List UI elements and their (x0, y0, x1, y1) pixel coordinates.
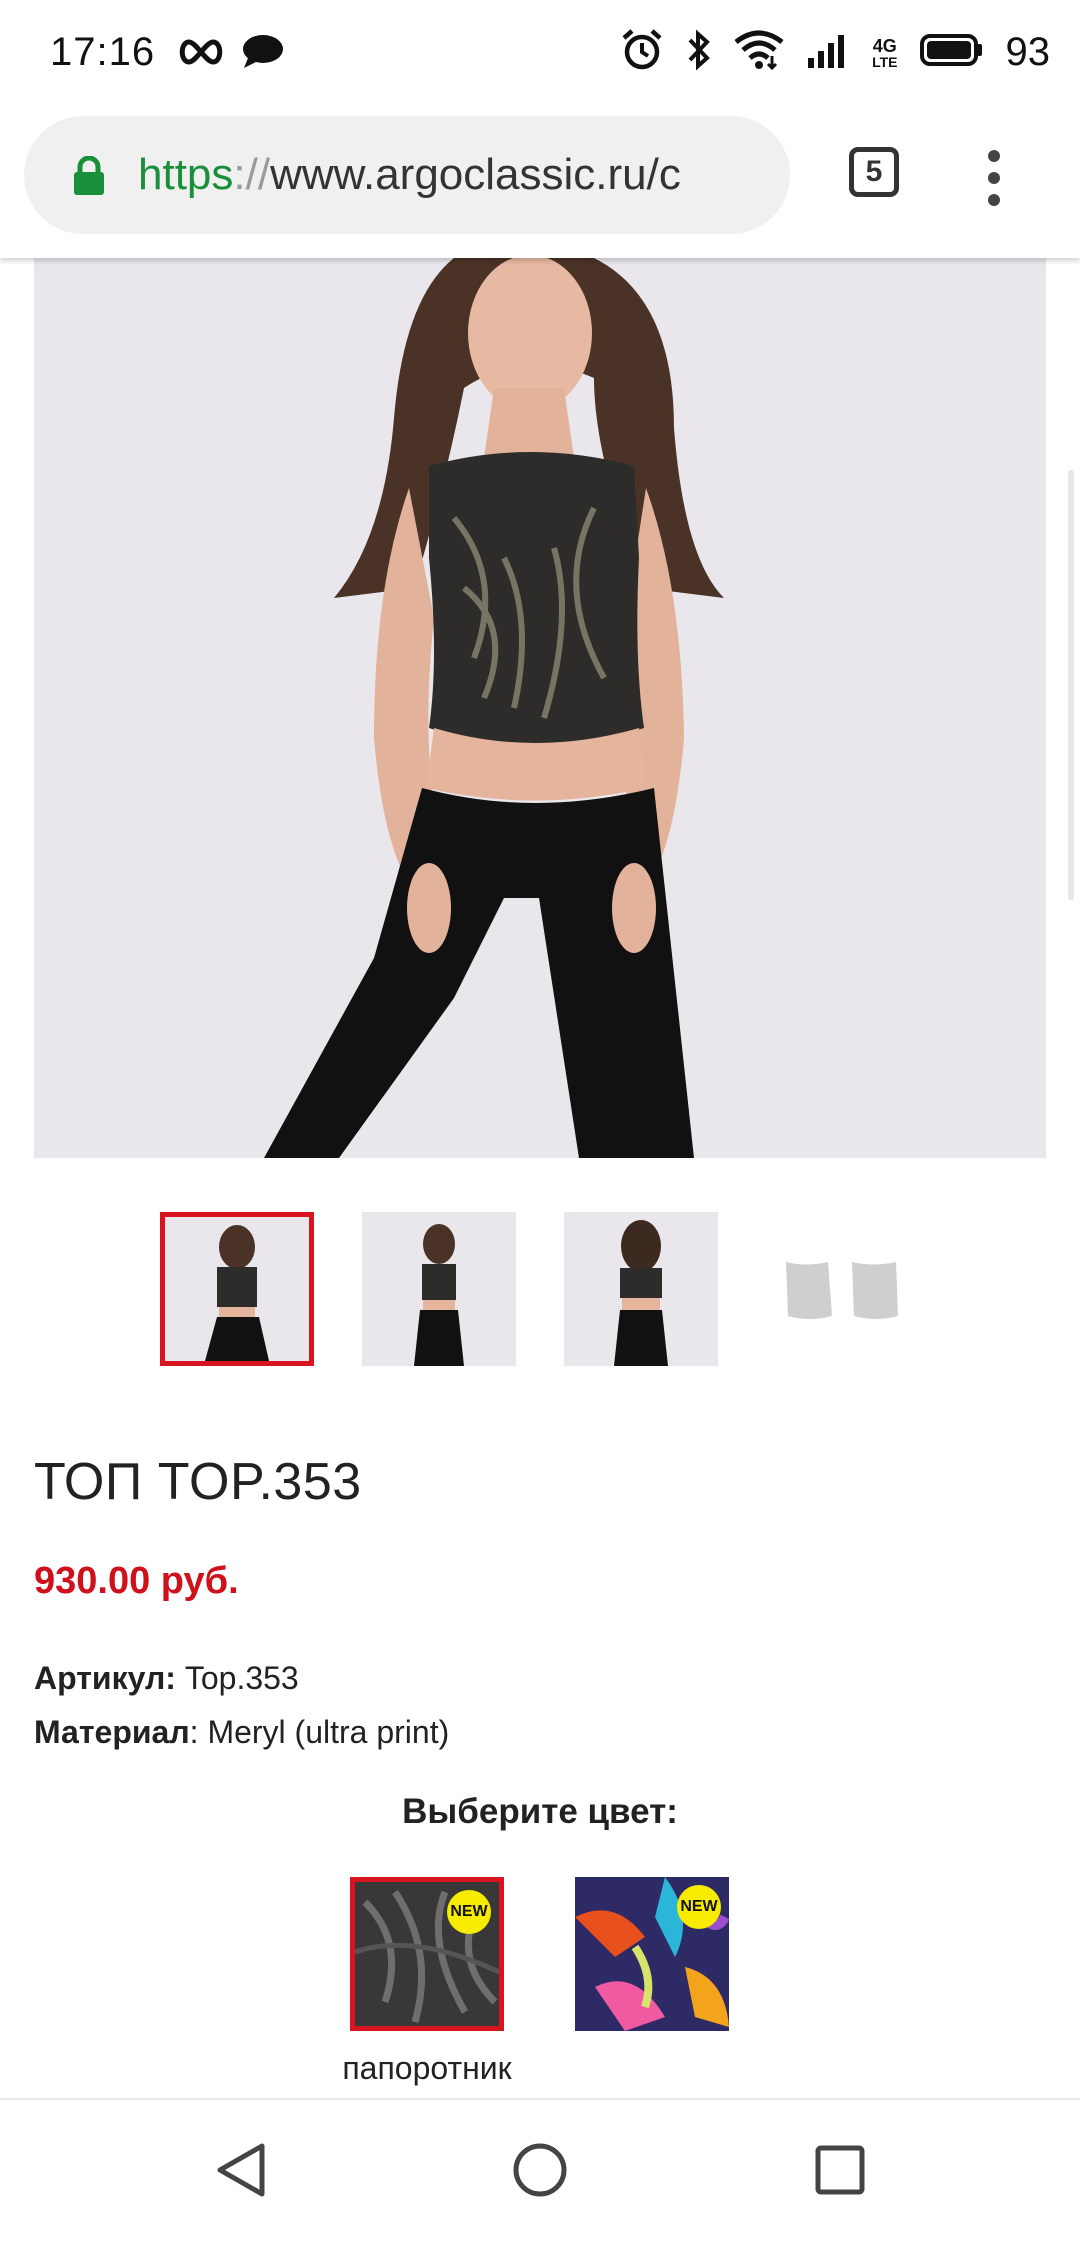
home-icon[interactable] (510, 2140, 570, 2205)
thumbnail-front-close[interactable] (160, 1212, 314, 1366)
network-label-top: 4G (872, 35, 897, 56)
wifi-icon (734, 30, 784, 75)
status-right: 4G LTE 93 (620, 28, 1050, 77)
swatch-label: папоротник (342, 2050, 512, 2086)
alarm-icon (620, 28, 664, 77)
recents-icon[interactable] (812, 2140, 868, 2205)
material-value: : Meryl (ultra print) (189, 1714, 450, 1750)
status-bar: 17:16 4G LTE 93 (0, 0, 1080, 112)
address-bar[interactable]: https://www.argoclassic.ru/c (24, 116, 790, 234)
color-swatch-fern[interactable]: NEW (350, 1877, 504, 2031)
url-domain: www.argoclassic.ru/c (270, 150, 681, 199)
thumbnail-flat-lay[interactable] (766, 1212, 920, 1366)
status-time: 17:16 (50, 30, 156, 74)
model-photo (34, 258, 1046, 1158)
url-scheme: https (138, 150, 234, 199)
url-separator: :// (233, 150, 271, 199)
scroll-indicator (1068, 470, 1074, 900)
navigation-bar (0, 2098, 1080, 2244)
material-row: Материал: Meryl (ultra print) (34, 1714, 449, 1751)
new-badge: NEW (677, 1885, 721, 1929)
chat-bubble-icon (242, 34, 284, 75)
battery-level: 93 (1005, 30, 1051, 74)
signal-icon (806, 32, 850, 73)
network-label-bottom: LTE (872, 53, 898, 70)
sku-label: Артикул: (34, 1660, 176, 1696)
sku-value: Top.353 (175, 1660, 299, 1696)
infinity-icon (176, 38, 226, 71)
color-swatch-tropical[interactable]: NEW (575, 1877, 729, 2031)
thumbnail-strip (160, 1212, 920, 1366)
tab-switcher-button[interactable]: 5 (849, 147, 899, 197)
new-badge: NEW (447, 1890, 491, 1934)
product-price: 930.00 руб. (34, 1560, 239, 1602)
url-fade (730, 116, 790, 234)
browser-toolbar: https://www.argoclassic.ru/c 5 (0, 112, 1080, 258)
battery-icon (919, 33, 984, 72)
lock-icon (72, 155, 106, 201)
overflow-menu-icon[interactable] (982, 150, 1006, 210)
thumbnail-front-full[interactable] (362, 1212, 516, 1366)
product-title: ТОП TOP.353 (34, 1453, 362, 1511)
url-text: https://www.argoclassic.ru/c (138, 150, 681, 200)
bluetooth-icon (686, 29, 712, 76)
choose-color-heading: Выберите цвет: (402, 1792, 678, 1831)
sku-row: Артикул: Top.353 (34, 1660, 299, 1697)
product-main-image[interactable] (34, 258, 1046, 1158)
page: 17:16 4G LTE 93 https://www.argoclassic.… (0, 0, 1080, 2244)
4g-lte-icon: 4G LTE (872, 37, 897, 69)
back-icon[interactable] (212, 2140, 268, 2205)
status-left-icons (176, 34, 284, 75)
thumbnail-back[interactable] (564, 1212, 718, 1366)
material-label: Материал (34, 1714, 190, 1750)
